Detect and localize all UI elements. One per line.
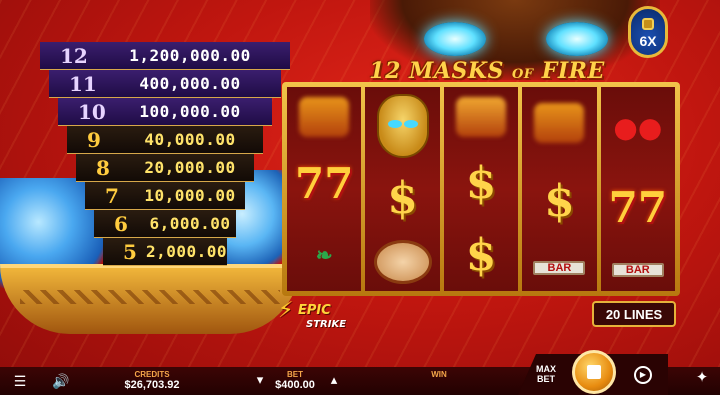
jackpot-amount: 20,000.00 [144,158,236,177]
jackpot-amount: 1,200,000.00 [129,46,251,65]
jackpot-row-8: 8 20,000.00 [76,154,254,182]
mask-eye-left [424,22,486,56]
menu-icon[interactable]: ☰ [12,373,28,389]
lucky-seven-symbol: 77 [608,183,668,233]
spin-button[interactable] [572,350,616,394]
jackpot-amount: 100,000.00 [139,102,241,121]
jackpot-count: 11 [69,71,97,96]
dollar-symbol: $ [465,157,497,209]
jackpot-amount: 10,000.00 [144,186,236,205]
strike-text: STRIKE [306,319,347,330]
jackpot-row-12: 12 1,200,000.00 [40,42,290,70]
spinning-blur-symbol [534,103,585,144]
credits-label: CREDITS [134,370,170,379]
jackpot-count: 6 [114,211,128,236]
dollar-symbol: $ [544,176,575,228]
leaf-icon: ❧ [315,243,333,267]
max-bet-button[interactable]: MAX BET [536,364,556,384]
credits-value: $26,703.92 [124,379,180,391]
provider-logo-icon: ✦ [695,369,709,386]
bar-symbol: BAR [533,260,586,275]
epic-text: EPIC [298,303,331,318]
bar-symbol: BAR [611,262,664,277]
golden-mask-symbol [376,94,429,159]
max-bet-line2: BET [537,374,555,384]
reel-frame: 77 ❧ $ $ $ $ BAR ●● 77 BAR [282,82,680,296]
title-part1: 12 MASKS [369,58,504,84]
jackpot-amount: 2,000.00 [145,242,227,261]
jackpot-ladder: 12 1,200,000.00 11 400,000.00 10 100,000.00 9 4… [40,42,290,266]
reel-4: $ BAR [522,87,597,291]
dollar-symbol: $ [387,173,418,225]
jackpot-count: 9 [87,127,101,152]
reels-grid: 77 ❧ $ $ $ $ BAR ●● 77 BAR [287,87,676,291]
lock-multiplier-badge: 6X [628,6,668,58]
reel-1: 77 ❧ [287,87,362,291]
win-label: WIN [431,370,447,379]
jackpot-amount: 40,000.00 [144,130,236,149]
jackpot-row-9: 9 40,000.00 [67,126,263,154]
spinning-blur-symbol [456,97,507,137]
jackpot-row-6: 6 6,000.00 [94,210,236,238]
bet-increase-icon[interactable]: ▴ [326,372,342,388]
epic-strike-logo: ⚡ EPIC STRIKE [276,300,346,336]
jackpot-row-5: 5 2,000.00 [103,238,227,266]
lightning-icon: ⚡ [278,298,294,323]
dollar-symbol: $ [465,229,497,281]
jackpot-count: 7 [105,183,119,208]
autoplay-icon[interactable]: ▶ [634,366,652,384]
spinning-blur-symbol [299,97,350,137]
jackpot-amount: 400,000.00 [139,74,241,93]
fire-drum-symbol [373,239,432,284]
cherry-symbol: ●● [613,110,663,144]
jackpot-row-7: 7 10,000.00 [85,182,245,210]
reel-3: $ $ [443,87,519,291]
jackpot-count: 10 [78,99,106,124]
reel-2: $ [365,87,440,291]
lock-icon [642,18,654,30]
mask-eye-right [546,22,608,56]
jackpot-row-11: 11 400,000.00 [49,70,281,98]
max-bet-line1: MAX [536,364,556,374]
title-of: OF [512,67,534,82]
sound-icon[interactable]: 🔊 [52,373,69,389]
bowl-pattern [20,290,280,304]
jackpot-row-10: 10 100,000.00 [58,98,272,126]
jackpot-count: 5 [123,239,137,264]
jackpot-amount: 6,000.00 [149,214,231,233]
lucky-seven-symbol: 77 [294,158,354,208]
reel-5: ●● 77 BAR [600,87,676,291]
stop-icon [587,365,601,379]
bet-label: BET [287,370,303,379]
jackpot-count: 8 [96,155,110,180]
bet-value: $400.00 [275,379,315,391]
multiplier-value: 6X [639,33,657,49]
lines-indicator: 20 LINES [592,301,676,327]
jackpot-count: 12 [60,43,88,68]
